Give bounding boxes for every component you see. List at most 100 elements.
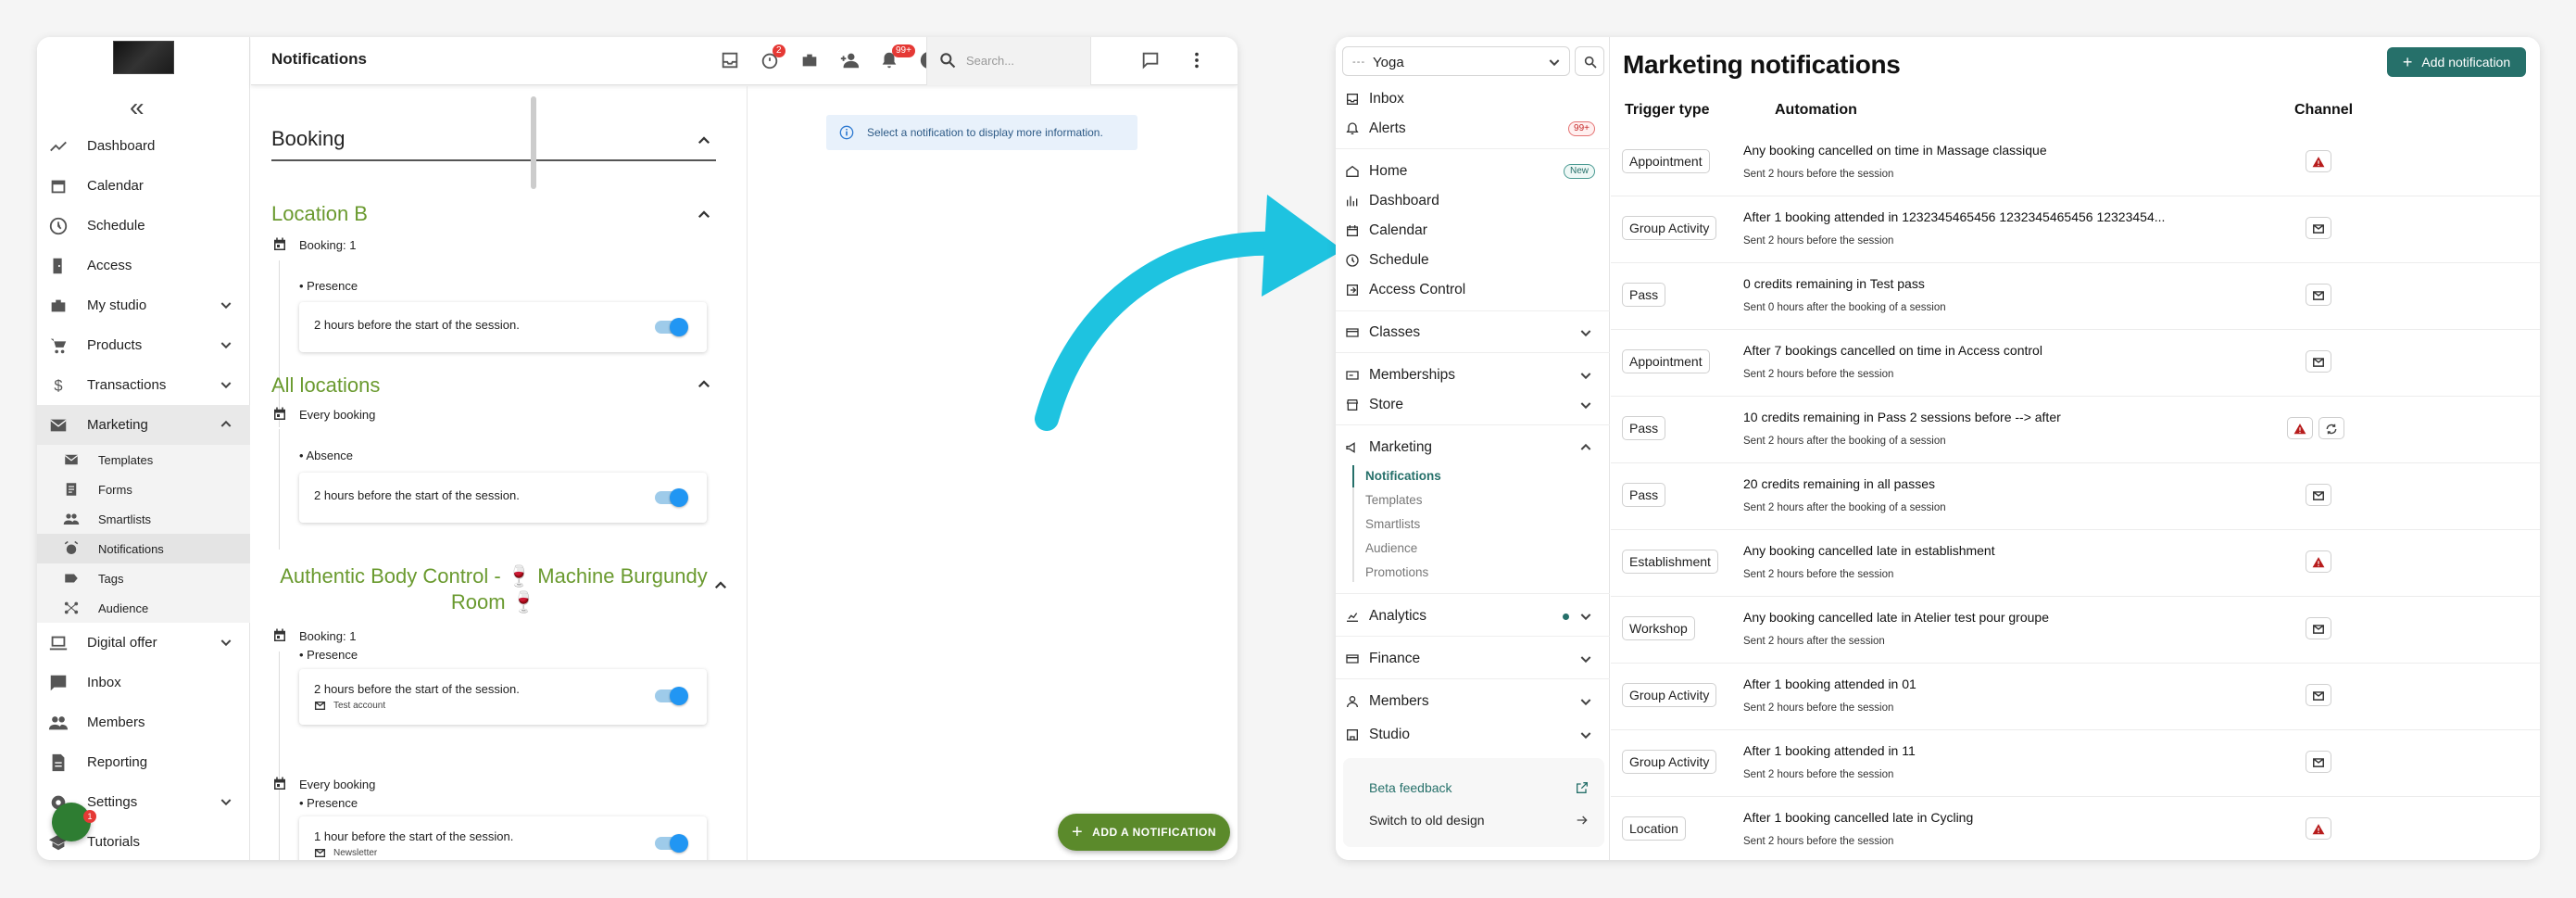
chevron-up-icon[interactable] (696, 207, 712, 223)
arrow-right-icon[interactable] (1575, 813, 1590, 828)
nav-schedule[interactable]: Schedule (1345, 249, 1601, 272)
table-row[interactable]: Appointment Any booking cancelled on time… (1611, 130, 2540, 196)
sidebar-subitem-forms[interactable]: Forms (37, 474, 250, 504)
table-row[interactable]: Location After 1 booking cancelled late i… (1611, 797, 2540, 860)
more-vert-icon[interactable] (1187, 50, 1207, 75)
sidebar-item-inbox[interactable]: Inbox (37, 663, 250, 702)
chevron-down-icon[interactable] (219, 635, 233, 650)
nav-classes[interactable]: Classes (1345, 322, 1601, 344)
sidebar-item-schedule[interactable]: Schedule (37, 206, 250, 246)
toggle-switch[interactable] (655, 834, 688, 853)
table-row[interactable]: Group Activity After 1 booking attended i… (1611, 196, 2540, 263)
sidebar-item-digital-offer[interactable]: Digital offer (37, 623, 250, 663)
notification-card[interactable]: 2 hours before the start of the session. (299, 302, 707, 352)
sidebar-item-my-studio[interactable]: My studio (37, 285, 250, 325)
subnav-promotions[interactable]: Promotions (1365, 565, 1428, 579)
search-input[interactable]: Search... (926, 37, 1091, 85)
add-person-icon[interactable] (839, 50, 879, 72)
switch-old-design-link[interactable]: Switch to old design (1369, 813, 1485, 828)
inbox-tray-icon[interactable] (720, 50, 760, 72)
briefcase-icon[interactable] (799, 50, 839, 72)
sidebar-subitem-tags[interactable]: Tags (37, 563, 250, 593)
chevron-up-icon[interactable] (219, 417, 233, 432)
table-row[interactable]: Appointment After 7 bookings cancelled on… (1611, 330, 2540, 397)
add-notification-button[interactable]: + ADD A NOTIFICATION (1058, 814, 1230, 851)
table-row[interactable]: Pass 10 credits remaining in Pass 2 sessi… (1611, 397, 2540, 463)
channel-email[interactable] (2306, 484, 2331, 506)
table-row[interactable]: Establishment Any booking cancelled late … (1611, 530, 2540, 597)
nav-store[interactable]: Store (1345, 394, 1601, 416)
sidebar-subitem-templates[interactable]: Templates (37, 445, 250, 474)
sidebar-subitem-smartlists[interactable]: Smartlists (37, 504, 250, 534)
sidebar-item-reporting[interactable]: Reporting (37, 742, 250, 782)
nav-dashboard[interactable]: Dashboard (1345, 190, 1601, 212)
group-title-authentic-body-control[interactable]: Authentic Body Control - 🍷 Machine Burgu… (271, 563, 716, 615)
channel-sync[interactable] (2318, 417, 2344, 439)
notification-card[interactable]: 2 hours before the start of the session.… (299, 669, 707, 725)
channel-email[interactable] (2306, 684, 2331, 706)
sidebar-item-dashboard[interactable]: Dashboard (37, 126, 250, 166)
studio-logo[interactable] (113, 41, 174, 74)
notification-card[interactable]: 2 hours before the start of the session. (299, 473, 707, 523)
add-notification-button[interactable]: + Add notification (2387, 47, 2526, 77)
nav-access-control[interactable]: Access Control (1345, 279, 1601, 301)
timer-icon[interactable]: 2 (760, 44, 799, 72)
subnav-audience[interactable]: Audience (1365, 541, 1417, 555)
toggle-switch[interactable] (655, 488, 688, 507)
nav-analytics[interactable]: Analytics (1345, 605, 1601, 627)
nav-calendar[interactable]: Calendar (1345, 220, 1601, 242)
table-row[interactable]: Pass 0 credits remaining in Test pass Sent… (1611, 263, 2540, 330)
group-title-all-locations[interactable]: All locations (271, 373, 380, 398)
toggle-switch[interactable] (655, 687, 688, 705)
external-link-icon[interactable] (1575, 780, 1590, 795)
channel-warning[interactable] (2306, 150, 2331, 172)
sidebar-item-members[interactable]: Members (37, 702, 250, 742)
channel-email[interactable] (2306, 217, 2331, 239)
beta-feedback-link[interactable]: Beta feedback (1369, 780, 1452, 795)
sidebar-item-calendar[interactable]: Calendar (37, 166, 250, 206)
channel-email[interactable] (2306, 751, 2331, 773)
channel-warning[interactable] (2287, 417, 2313, 439)
table-row[interactable]: Workshop Any booking cancelled late in At… (1611, 597, 2540, 664)
nav-memberships[interactable]: Memberships (1345, 364, 1601, 386)
sidebar-item-products[interactable]: Products (37, 325, 250, 365)
nav-members[interactable]: Members (1345, 690, 1601, 713)
chevron-up-icon[interactable] (696, 133, 712, 149)
chevron-down-icon[interactable] (219, 377, 233, 392)
chevron-up-icon[interactable] (712, 577, 729, 594)
channel-email[interactable] (2306, 617, 2331, 639)
chat-bubble-button[interactable] (52, 803, 91, 841)
subnav-templates[interactable]: Templates (1365, 493, 1423, 507)
nav-home[interactable]: Home New (1345, 160, 1601, 183)
scrollbar[interactable] (531, 96, 536, 189)
channel-warning[interactable] (2306, 550, 2331, 573)
sidebar-item-access[interactable]: Access (37, 246, 250, 285)
subnav-smartlists[interactable]: Smartlists (1365, 517, 1420, 531)
chevron-down-icon[interactable] (219, 337, 233, 352)
table-row[interactable]: Group Activity After 1 booking attended i… (1611, 730, 2540, 797)
channel-email[interactable] (2306, 350, 2331, 373)
nav-marketing[interactable]: Marketing (1345, 436, 1601, 459)
table-row[interactable]: Group Activity After 1 booking attended i… (1611, 664, 2540, 730)
toggle-switch[interactable] (655, 318, 688, 336)
channel-email[interactable] (2306, 284, 2331, 306)
channel-warning[interactable] (2306, 817, 2331, 840)
sidebar-subitem-audience[interactable]: Audience (37, 593, 250, 623)
sidebar-item-transactions[interactable]: $ Transactions (37, 365, 250, 405)
studio-select[interactable]: - - - Yoga (1342, 46, 1570, 76)
chevron-down-icon[interactable] (219, 297, 233, 312)
nav-alerts[interactable]: Alerts 99+ (1345, 118, 1601, 140)
nav-studio[interactable]: Studio (1345, 724, 1601, 746)
chevron-up-icon[interactable] (696, 376, 712, 393)
nav-inbox[interactable]: Inbox (1345, 88, 1601, 110)
collapse-sidebar-icon[interactable]: « (130, 95, 145, 120)
subnav-notifications[interactable]: Notifications (1365, 469, 1441, 483)
nav-finance[interactable]: Finance (1345, 648, 1601, 670)
group-title-location-b[interactable]: Location B (271, 202, 368, 226)
table-row[interactable]: Pass 20 credits remaining in all passes Se… (1611, 463, 2540, 530)
sidebar-item-marketing[interactable]: Marketing (37, 405, 250, 445)
notification-card[interactable]: 1 hour before the start of the session. … (299, 816, 707, 860)
sidebar-subitem-notifications[interactable]: Notifications (37, 534, 250, 563)
sidebar-search-button[interactable] (1575, 46, 1604, 76)
bell-icon[interactable]: 99+ (879, 44, 919, 72)
